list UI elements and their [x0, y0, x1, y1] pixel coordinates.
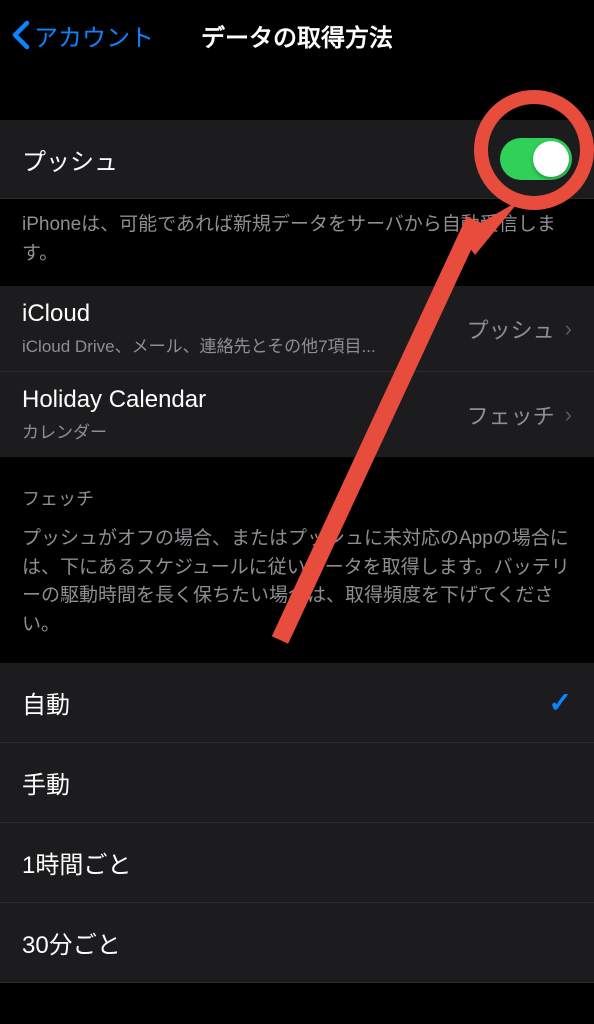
account-title: Holiday Calendar — [22, 386, 467, 414]
push-label: プッシュ — [22, 142, 118, 177]
account-title: iCloud — [22, 300, 467, 328]
push-toggle-row: プッシュ — [0, 120, 594, 199]
navigation-bar: アカウント データの取得方法 — [0, 0, 594, 70]
back-label: アカウント — [34, 18, 154, 53]
toggle-knob — [533, 141, 569, 177]
fetch-option-auto[interactable]: 自動 ✓ — [0, 663, 594, 743]
account-mode-container: フェッチ › — [467, 399, 572, 431]
push-toggle[interactable] — [500, 138, 572, 180]
chevron-left-icon — [12, 20, 30, 50]
fetch-section-header: フェッチ — [0, 457, 594, 521]
fetch-option-label: 30分ごと — [22, 925, 121, 960]
account-info: Holiday Calendar カレンダー — [22, 386, 467, 443]
back-button[interactable]: アカウント — [12, 18, 154, 53]
fetch-option-label: 手動 — [22, 765, 70, 800]
account-info: iCloud iCloud Drive、メール、連絡先とその他7項目... — [22, 300, 467, 357]
fetch-description: プッシュがオフの場合、またはプッシュに未対応のAppの場合には、下にあるスケジュ… — [0, 521, 594, 663]
fetch-option-hourly[interactable]: 1時間ごと — [0, 823, 594, 903]
account-mode-container: プッシュ › — [467, 313, 572, 345]
push-description: iPhoneは、可能であれば新規データをサーバから自動受信します。 — [0, 199, 594, 286]
chevron-right-icon: › — [565, 316, 572, 342]
fetch-option-label: 1時間ごと — [22, 845, 131, 880]
account-subtitle: iCloud Drive、メール、連絡先とその他7項目... — [22, 332, 467, 357]
checkmark-icon: ✓ — [549, 686, 572, 719]
account-row-holiday[interactable]: Holiday Calendar カレンダー フェッチ › — [0, 372, 594, 457]
fetch-option-label: 自動 — [22, 685, 70, 720]
chevron-right-icon: › — [565, 402, 572, 428]
spacer — [0, 70, 594, 120]
account-mode: プッシュ — [467, 313, 555, 345]
account-mode: フェッチ — [467, 399, 555, 431]
fetch-option-manual[interactable]: 手動 — [0, 743, 594, 823]
account-row-icloud[interactable]: iCloud iCloud Drive、メール、連絡先とその他7項目... プッ… — [0, 286, 594, 372]
account-subtitle: カレンダー — [22, 418, 467, 443]
fetch-option-30min[interactable]: 30分ごと — [0, 903, 594, 983]
page-title: データの取得方法 — [201, 18, 393, 53]
